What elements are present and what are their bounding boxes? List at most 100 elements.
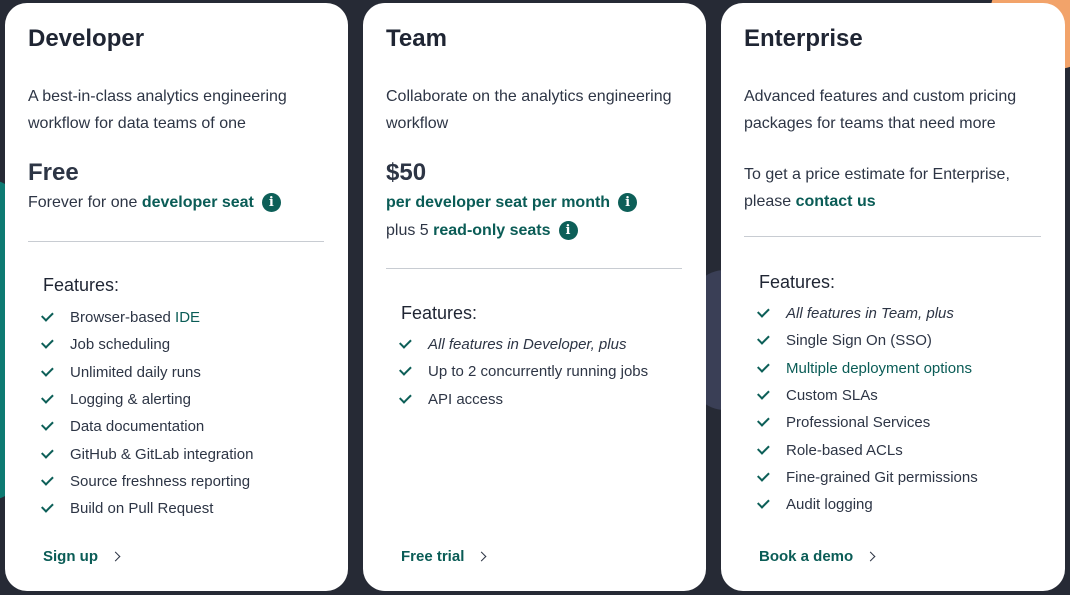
feature-text: Single Sign On (SSO) (786, 332, 932, 350)
features-heading: Features: (43, 275, 120, 295)
plan-title: Team (386, 25, 447, 52)
info-icon[interactable]: i (618, 193, 638, 212)
features-heading: Features: (401, 303, 478, 323)
check-icon (41, 472, 54, 486)
list-item: GitHub & GitLab integration (41, 440, 254, 467)
list-item: All features in Developer, plus (399, 331, 648, 358)
check-icon (757, 359, 770, 373)
chevron-right-icon (865, 551, 876, 562)
feature-text: Job scheduling (70, 336, 171, 354)
seat-info: per developer seat per month i (386, 193, 638, 212)
read-only-seats-info: plus 5 read-only seats i (386, 221, 578, 240)
cta-label: Book a demo (759, 548, 854, 565)
plan-description: Collaborate on the analytics engineering… (386, 88, 672, 132)
feature-text: Up to 2 concurrently running jobs (428, 363, 649, 381)
check-icon (399, 390, 412, 404)
feature-text: Unlimited daily runs (70, 363, 201, 381)
plan-description: A best-in-class analytics engineering wo… (28, 88, 287, 132)
contact-us-link[interactable]: contact us (796, 193, 876, 210)
plan-description: Advanced features and custom pricing pac… (744, 88, 1017, 132)
check-icon (41, 391, 54, 404)
cta-label: Free trial (401, 548, 465, 565)
feature-text: Logging & alerting (70, 391, 191, 409)
feature-text: Professional Services (786, 414, 931, 432)
list-item: Build on Pull Request (41, 495, 253, 522)
info-icon[interactable]: i (558, 221, 578, 240)
check-icon (41, 500, 54, 513)
check-icon (757, 332, 770, 346)
check-icon (399, 363, 412, 377)
check-icon (41, 363, 54, 377)
check-icon (757, 387, 770, 400)
features-heading: Features: (759, 272, 836, 292)
feature-text: Source freshness reporting (70, 472, 251, 490)
list-item: Data documentation (41, 413, 253, 440)
feature-list: Browser-based IDE Job scheduling Unlimit… (41, 304, 254, 522)
divider (386, 268, 682, 269)
feature-text: Build on Pull Request (70, 500, 214, 518)
plan-price: Free (28, 159, 79, 186)
feature-text: All features in Developer, plus (428, 336, 627, 354)
feature-text: Custom SLAs (786, 387, 878, 405)
list-item: Logging & alerting (41, 386, 253, 413)
extra-prefix: plus 5 (386, 221, 434, 239)
check-icon (41, 445, 54, 459)
check-icon (757, 414, 770, 428)
list-item: Custom SLAs (757, 382, 978, 409)
check-icon (757, 305, 770, 318)
plan-card-team: Team Collaborate on the analytics engine… (363, 3, 706, 591)
check-icon (399, 336, 412, 349)
list-item: Up to 2 concurrently running jobs (399, 358, 649, 385)
free-trial-button[interactable]: Free trial (401, 548, 487, 565)
plan-title: Enterprise (744, 25, 863, 52)
chevron-right-icon (110, 551, 121, 562)
plan-title: Developer (28, 25, 145, 52)
feature-list: All features in Team, plus Single Sign O… (757, 300, 978, 518)
cta-label: Sign up (43, 548, 98, 565)
list-item: Unlimited daily runs (41, 359, 253, 386)
list-item: Single Sign On (SSO) (757, 327, 978, 354)
plan-card-developer: Developer A best-in-class analytics engi… (5, 3, 348, 591)
plan-price: $50 (386, 159, 427, 186)
seat-prefix: Forever for one (28, 193, 142, 211)
list-item: Audit logging (757, 491, 978, 518)
check-icon (41, 309, 54, 322)
feature-text: All features in Team, plus (786, 305, 954, 323)
sign-up-button[interactable]: Sign up (43, 548, 121, 565)
ide-link[interactable]: IDE (175, 309, 200, 326)
plan-card-enterprise: Enterprise Advanced features and custom … (721, 3, 1065, 591)
feature-text: GitHub & GitLab integration (70, 445, 254, 463)
feature-text: Role-based ACLs (786, 441, 903, 459)
check-icon (757, 441, 770, 455)
list-item: Source freshness reporting (41, 468, 253, 495)
book-a-demo-button[interactable]: Book a demo (759, 548, 876, 565)
info-icon[interactable]: i (261, 193, 281, 212)
list-item: Professional Services (757, 409, 978, 436)
multiple-deployment-options-link[interactable]: Multiple deployment options (786, 360, 972, 377)
list-item: API access (399, 386, 648, 413)
estimate-text: To get a price estimate for Enterprise, … (744, 166, 1010, 210)
chevron-right-icon (476, 551, 487, 562)
per-developer-seat-link[interactable]: per developer seat per month (386, 194, 610, 212)
seat-info: Forever for one developer seat i (28, 193, 281, 212)
check-icon (757, 496, 770, 509)
divider (744, 236, 1041, 237)
check-icon (757, 468, 770, 482)
list-item: Multiple deployment options (757, 355, 978, 382)
feature-text: Browser-based (70, 309, 176, 327)
read-only-seats-link[interactable]: read-only seats (433, 222, 550, 240)
check-icon (41, 418, 54, 432)
list-item: Fine-grained Git permissions (757, 464, 978, 491)
list-item: All features in Team, plus (757, 300, 978, 327)
list-item: Browser-based IDE (41, 304, 253, 331)
price-estimate-text: To get a price estimate for Enterprise, … (744, 161, 1034, 215)
feature-text: Audit logging (786, 496, 873, 514)
feature-text: Fine-grained Git permissions (786, 468, 978, 486)
feature-text: Data documentation (70, 418, 205, 436)
feature-text: API access (428, 390, 504, 408)
developer-seat-link[interactable]: developer seat (142, 194, 254, 212)
list-item: Role-based ACLs (757, 436, 978, 463)
check-icon (41, 336, 54, 350)
divider (28, 241, 324, 242)
feature-list: All features in Developer, plus Up to 2 … (399, 331, 649, 413)
